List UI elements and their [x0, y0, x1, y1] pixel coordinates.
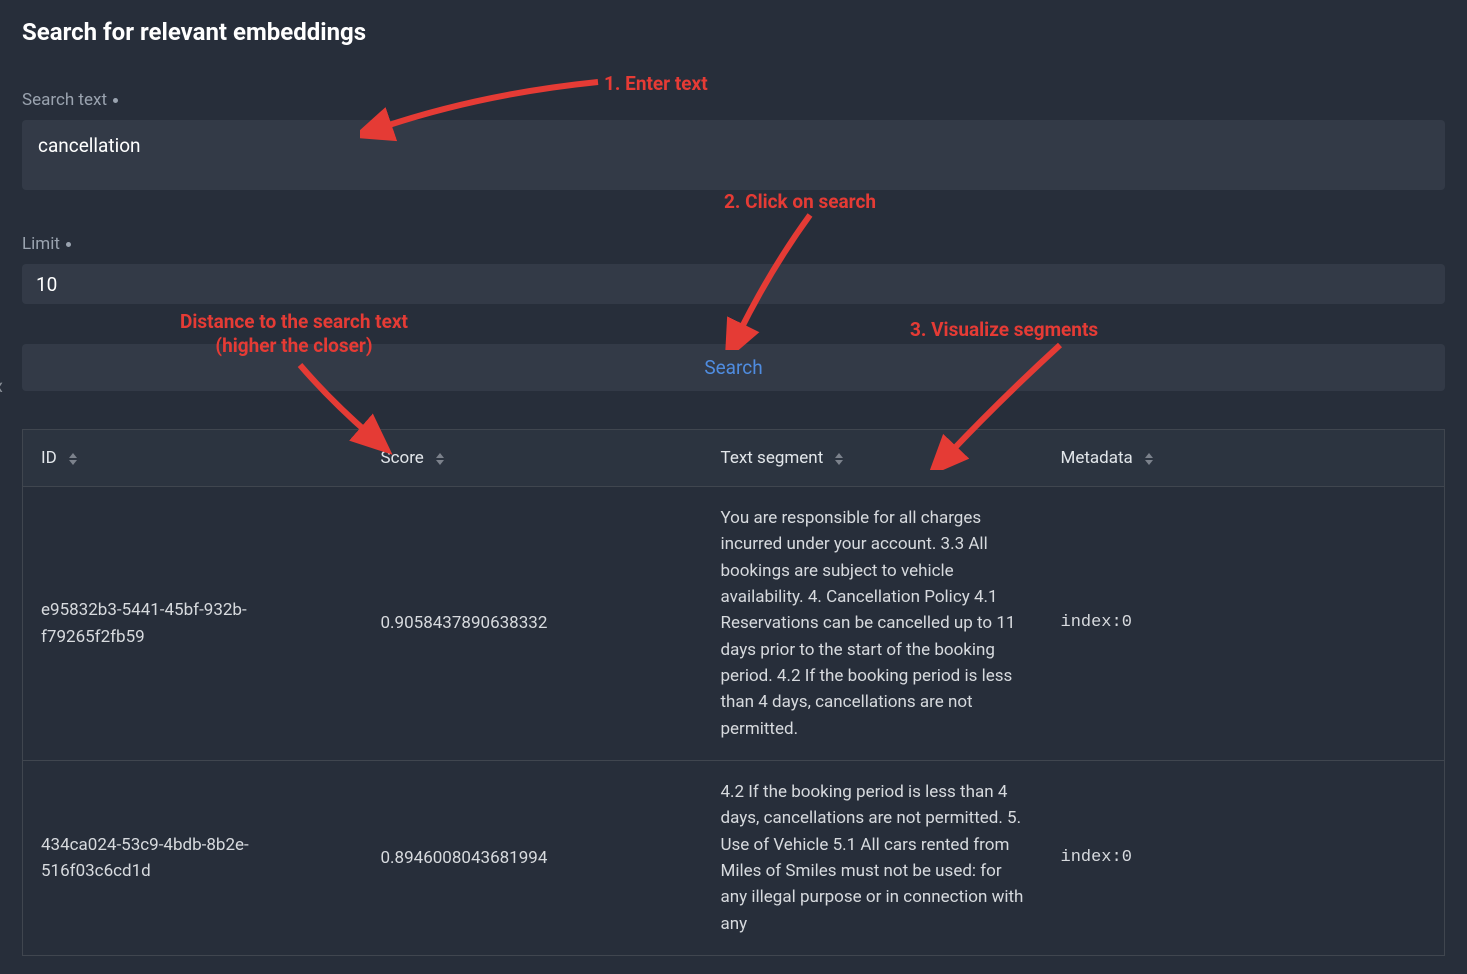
table-row: e95832b3-5441-45bf-932b-f79265f2fb59 0.9…	[23, 487, 1445, 761]
cell-text: You are responsible for all charges incu…	[703, 487, 1043, 761]
search-text-input[interactable]	[22, 120, 1445, 190]
results-table: ID Score Text segment Metadata	[22, 429, 1445, 956]
col-header-score[interactable]: Score	[363, 430, 703, 487]
cell-id: 434ca024-53c9-4bdb-8b2e-516f03c6cd1d	[23, 761, 363, 956]
required-dot-icon	[113, 98, 118, 103]
col-header-meta[interactable]: Metadata	[1043, 430, 1445, 487]
sort-icon	[835, 453, 843, 465]
cell-text: 4.2 If the booking period is less than 4…	[703, 761, 1043, 956]
sort-icon	[1145, 453, 1153, 465]
cell-meta: index:0	[1043, 761, 1445, 956]
cell-meta: index:0	[1043, 487, 1445, 761]
cell-score: 0.9058437890638332	[363, 487, 703, 761]
required-dot-icon	[66, 242, 71, 247]
limit-input[interactable]	[22, 264, 1445, 304]
cell-id: e95832b3-5441-45bf-932b-f79265f2fb59	[23, 487, 363, 761]
search-text-label: Search text	[22, 90, 1445, 110]
sort-icon	[436, 453, 444, 465]
sort-icon	[69, 453, 77, 465]
limit-label: Limit	[22, 234, 1445, 254]
search-button[interactable]: Search	[22, 344, 1445, 391]
col-header-text[interactable]: Text segment	[703, 430, 1043, 487]
table-row: 434ca024-53c9-4bdb-8b2e-516f03c6cd1d 0.8…	[23, 761, 1445, 956]
page-title: Search for relevant embeddings	[22, 18, 1445, 46]
cell-score: 0.8946008043681994	[363, 761, 703, 956]
col-header-id[interactable]: ID	[23, 430, 363, 487]
side-caret-icon: ‹	[0, 372, 3, 400]
